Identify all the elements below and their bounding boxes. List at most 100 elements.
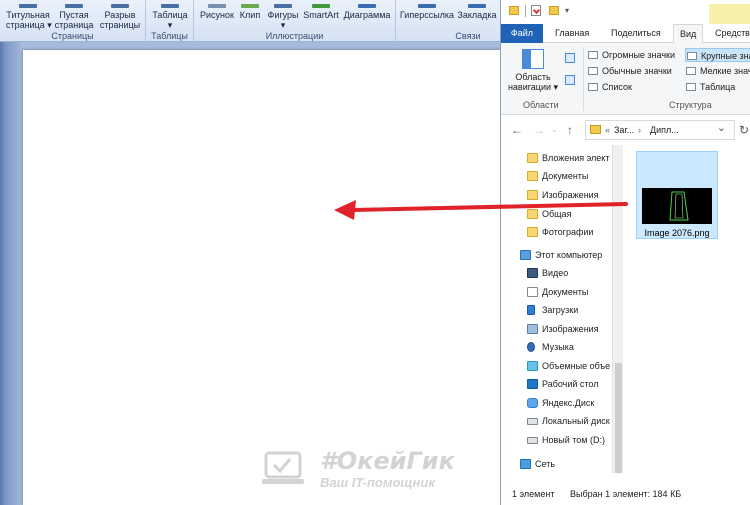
image-thumbnail [642,188,712,224]
bookmark-button[interactable]: Закладка [456,4,498,20]
watermark-logo-icon [262,451,304,484]
tab-share[interactable]: Поделиться [605,24,667,43]
nav-item-label: Этот компьютер [535,250,603,260]
group-separator [583,47,584,111]
chart-button[interactable]: Диаграмма [342,4,392,20]
nav-item-label: Документы [542,287,589,297]
details-pane-icon[interactable] [565,75,575,85]
yandex-disk-icon [527,398,538,408]
group-title-pages: Страницы [51,31,94,41]
back-arrow-icon[interactable]: ← [511,123,523,137]
recent-locations-icon[interactable]: ⌄ [551,125,558,134]
group-title-tables: Таблицы [151,31,188,41]
nav-item-label: Новый том (D:) [542,435,605,445]
navigation-pane-button[interactable]: Область навигации ▾ [505,47,561,97]
nav-item-label: Вложения элект [542,153,610,163]
watermark: #ОкейГик Ваш IT-помощник [262,447,492,493]
folder-icon [527,209,538,219]
tab-file[interactable]: Файл [501,24,543,43]
new-folder-icon[interactable] [549,6,559,15]
status-bar: 1 элемент Выбран 1 элемент: 184 КБ [501,483,750,505]
document-page[interactable] [23,50,503,505]
scrollbar-thumb[interactable] [615,363,622,473]
navigation-pane: Вложения элект Документы Изображения Общая Ф… [501,145,623,475]
ribbon-group-tables: Таблица ▾ Таблицы [146,0,194,42]
selection-info: Выбран 1 элемент: 184 КБ [570,489,682,499]
navigation-pane-label: Область навигации ▾ [507,72,559,92]
picture-button[interactable]: Рисунок [198,4,236,20]
group-title-panes: Области [523,100,559,110]
folder-icon [527,227,538,237]
tab-home[interactable]: Главная [549,24,595,43]
watermark-title: #ОкейГик [320,447,455,475]
address-bar-row: ← → ⌄ ↑ « Заг... › Дипл... ⌄ ↻ [501,115,750,145]
nav-item-label: Фотографии [542,227,594,237]
layout-small-icons[interactable]: Мелкие значки [685,64,750,78]
folder-icon [590,125,601,134]
page-break-button[interactable]: Разрыв страницы [98,4,142,30]
smartart-button[interactable]: SmartArt [302,4,340,20]
refresh-icon[interactable]: ↻ [739,123,749,137]
nav-item-label: Изображения [542,190,599,200]
table-button[interactable]: Таблица ▾ [150,4,190,30]
tools-highlight [709,4,750,24]
navigation-pane-icon [522,49,544,69]
watermark-subtitle: Ваш IT-помощник [320,475,435,490]
documents-icon [527,287,538,297]
cover-page-button[interactable]: Титульная страница ▾ [6,4,52,30]
folder-icon [527,190,538,200]
layout-medium-icons[interactable]: Обычные значки [587,64,685,78]
nav-item-label: Общая [542,209,572,219]
network-icon [520,459,531,469]
thumbnail-graphic [642,188,712,224]
folder-icon [527,153,538,163]
nav-item-label: Музыка [542,342,574,352]
nav-item-label: Яндекс.Диск [542,398,595,408]
layout-details[interactable]: Таблица [685,80,750,94]
file-name-label: Image 2076.png [644,228,710,238]
properties-icon[interactable] [531,5,541,16]
word-ribbon: Титульная страница ▾ Пустая страница Раз… [0,0,500,42]
address-input[interactable]: « Заг... › Дипл... ⌄ [585,120,735,140]
address-dropdown-icon[interactable]: ⌄ [717,119,726,137]
up-arrow-icon[interactable]: ↑ [567,123,573,137]
address-segment-downloads[interactable]: Заг... [614,121,634,139]
customize-toolbar-icon[interactable]: ▾ [565,6,569,15]
group-title-illustrations: Иллюстрации [265,31,324,41]
tab-view[interactable]: Вид [673,24,704,44]
drive-icon [527,418,538,425]
forward-arrow-icon[interactable]: → [533,123,545,137]
layout-extra-large-icons[interactable]: Огромные значки [587,48,685,62]
address-segment-diploma[interactable]: Дипл... [650,121,679,139]
folder-icon [527,171,538,181]
shapes-button[interactable]: Фигуры ▾ [266,4,300,30]
layout-large-icons[interactable]: Крупные значки [685,48,750,62]
ribbon-group-links: Гиперссылка Закладка Связи [396,0,500,42]
preview-pane-icon[interactable] [565,53,575,63]
music-icon [527,342,535,352]
explorer-ribbon: Область навигации ▾ Области Огромные зна… [501,43,750,115]
address-separator: › [638,125,641,135]
address-overflow[interactable]: « [605,121,610,139]
ribbon-group-illustrations: Рисунок Клип Фигуры ▾ SmartArt Диаграмма… [194,0,396,42]
nav-item-label: Загрузки [542,305,579,315]
small-icons-icon [686,67,696,75]
clip-button[interactable]: Клип [238,4,262,20]
drive-icon [527,437,538,444]
file-item-image[interactable]: Image 2076.png [636,151,718,239]
tab-tools[interactable]: Средства [709,24,750,43]
nav-item-label: Объемные объе [542,361,611,371]
layout-list[interactable]: Список [587,80,685,94]
objects3d-icon [527,361,538,371]
nav-item-label: Рабочий стол [542,379,599,389]
blank-page-button[interactable]: Пустая страница [54,4,94,30]
video-icon [527,268,538,278]
ribbon-group-pages: Титульная страница ▾ Пустая страница Раз… [0,0,146,42]
explorer-tabs: Файл Главная Поделиться Вид Средства [501,24,750,44]
navigation-scrollbar[interactable] [612,145,623,473]
nav-item-label: Сеть [535,459,556,469]
hyperlink-button[interactable]: Гиперссылка [398,4,456,20]
group-title-links: Связи [455,31,481,41]
details-icon [686,83,696,91]
item-count: 1 элемент [512,489,555,499]
